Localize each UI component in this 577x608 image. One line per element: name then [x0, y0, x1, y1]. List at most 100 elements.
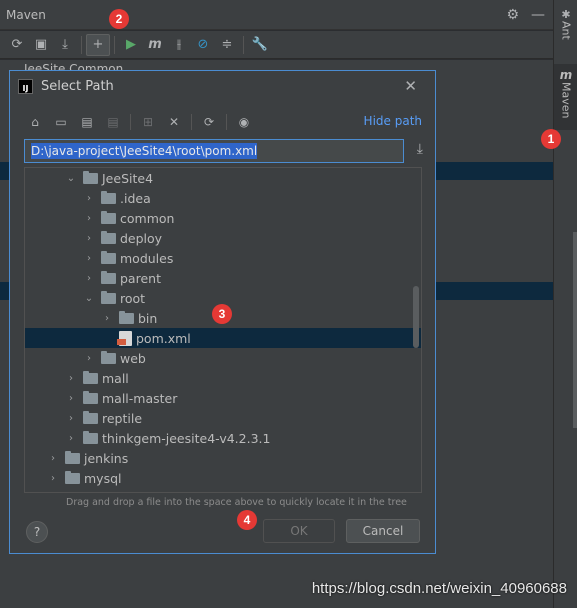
tree-item-label: mall	[102, 370, 129, 386]
wrench-icon[interactable]: 🔧	[248, 34, 272, 56]
toolbar-separator	[130, 114, 131, 130]
toggle-offline-icon[interactable]: ⫲	[167, 34, 191, 56]
add-icon[interactable]: +	[86, 33, 110, 56]
folder-icon	[101, 190, 116, 204]
folder-icon	[101, 230, 116, 244]
tree-item-label: JeeSite4	[102, 170, 154, 186]
chevron-right-icon[interactable]: ›	[83, 353, 95, 364]
download-sources-icon[interactable]: ⤓	[53, 34, 77, 56]
folder-icon	[119, 310, 134, 324]
add-maven-project-icon[interactable]: ▣	[29, 34, 53, 56]
tree-item-label: jenkins	[84, 450, 129, 466]
chevron-right-icon[interactable]: ›	[47, 453, 59, 464]
dialog-title: Select Path	[41, 78, 114, 94]
maven-m-icon: m	[559, 68, 573, 82]
maven-xml-file-icon	[117, 330, 132, 346]
tree-item[interactable]: › jenkins	[25, 448, 421, 468]
tree-item[interactable]: › mall	[25, 368, 421, 388]
tree-item[interactable]: ⌄ JeeSite4	[25, 168, 421, 188]
maven-tool-window-header: Maven ⚙ —	[0, 0, 553, 30]
folder-icon	[65, 470, 80, 484]
tree-item-label: .idea	[120, 190, 151, 206]
tree-item-label: modules	[120, 250, 174, 266]
ok-button[interactable]: OK	[263, 519, 335, 543]
folder-icon	[83, 410, 98, 424]
chevron-right-icon[interactable]: ›	[65, 373, 77, 384]
path-input-value: D:\java-project\JeeSite4\root\pom.xml	[31, 143, 258, 159]
tree-item-label: thinkgem-jeesite4-v4.2.3.1	[102, 430, 271, 446]
tree-item-label: mysql	[84, 470, 122, 486]
tree-item[interactable]: › reptile	[25, 408, 421, 428]
ant-tab-label: Ant	[559, 21, 573, 40]
desktop-icon[interactable]: ▭	[50, 112, 72, 132]
tree-item-selected[interactable]: pom.xml	[25, 328, 421, 348]
chevron-right-icon[interactable]: ›	[83, 233, 95, 244]
callout-badge: 3	[212, 304, 232, 324]
path-input[interactable]: D:\java-project\JeeSite4\root\pom.xml	[24, 139, 404, 163]
help-button[interactable]: ?	[26, 521, 48, 543]
chevron-right-icon[interactable]: ›	[65, 393, 77, 404]
folder-icon	[101, 270, 116, 284]
callout-badge: 4	[237, 510, 257, 530]
chevron-right-icon[interactable]: ›	[83, 253, 95, 264]
chevron-right-icon[interactable]: ›	[65, 413, 77, 424]
chevron-right-icon[interactable]: ›	[83, 193, 95, 204]
scrollbar[interactable]	[573, 232, 577, 428]
tree-scrollbar[interactable]	[413, 286, 419, 348]
toolbar-separator	[191, 114, 192, 130]
ant-tab[interactable]: ✱ Ant	[554, 8, 577, 40]
tree-item-label: mall-master	[102, 390, 178, 406]
tree-item[interactable]: › modules	[25, 248, 421, 268]
tree-item[interactable]: › parent	[25, 268, 421, 288]
project-folder-icon[interactable]: ▤	[76, 112, 98, 132]
execute-goal-icon[interactable]: m	[143, 34, 167, 56]
home-icon[interactable]: ⌂	[24, 112, 46, 132]
maven-toolbar: ⟳ ▣ ⤓ + ▶ m ⫲ ⊘ ≑ 🔧	[0, 31, 553, 59]
toolbar-separator	[226, 114, 227, 130]
close-icon[interactable]: ✕	[404, 77, 417, 95]
tree-item[interactable]: › .idea	[25, 188, 421, 208]
drag-drop-hint: Drag and drop a file into the space abov…	[66, 497, 407, 508]
download-icon[interactable]: ⤓	[417, 141, 423, 157]
show-hidden-icon[interactable]: ◉	[233, 112, 255, 132]
run-icon[interactable]: ▶	[119, 34, 143, 56]
hide-path-link[interactable]: Hide path	[364, 114, 422, 128]
tree-item[interactable]: › common	[25, 208, 421, 228]
chevron-down-icon[interactable]: ⌄	[65, 173, 77, 184]
callout-badge: 1	[541, 129, 561, 149]
folder-icon	[83, 170, 98, 184]
chevron-down-icon[interactable]: ⌄	[83, 293, 95, 304]
tree-item-label: reptile	[102, 410, 143, 426]
tree-item[interactable]: › thinkgem-jeesite4-v4.2.3.1	[25, 428, 421, 448]
new-folder-icon[interactable]: ⊞	[137, 112, 159, 132]
chevron-right-icon[interactable]: ›	[47, 473, 59, 484]
maven-title: Maven	[6, 7, 46, 22]
tree-item[interactable]: › mysql	[25, 468, 421, 488]
refresh-icon[interactable]: ⟳	[198, 112, 220, 132]
chevron-right-icon[interactable]: ›	[65, 433, 77, 444]
minimize-icon[interactable]: —	[531, 7, 545, 23]
cancel-button[interactable]: Cancel	[346, 519, 420, 543]
collapse-all-icon[interactable]: ≑	[215, 34, 239, 56]
folder-icon	[101, 290, 116, 304]
skip-tests-icon[interactable]: ⊘	[191, 34, 215, 56]
delete-icon[interactable]: ✕	[163, 112, 185, 132]
gear-icon[interactable]: ⚙	[506, 7, 519, 23]
tree-item-label: bin	[138, 310, 158, 326]
tree-item[interactable]: › web	[25, 348, 421, 368]
callout-badge: 2	[109, 9, 129, 29]
tree-item[interactable]: › mall-master	[25, 388, 421, 408]
folder-icon	[83, 370, 98, 384]
reload-icon[interactable]: ⟳	[5, 34, 29, 56]
module-folder-icon[interactable]: ▤	[102, 112, 124, 132]
chevron-right-icon[interactable]: ›	[101, 313, 113, 324]
tree-item-label: root	[120, 290, 146, 306]
chevron-right-icon[interactable]: ›	[83, 213, 95, 224]
dialog-titlebar: IJ Select Path ✕	[10, 71, 435, 101]
ant-icon: ✱	[561, 8, 571, 21]
folder-icon	[101, 250, 116, 264]
maven-tab[interactable]: m Maven	[554, 64, 577, 130]
chevron-right-icon[interactable]: ›	[83, 273, 95, 284]
tree-item[interactable]: › deploy	[25, 228, 421, 248]
tree-item-label: pom.xml	[136, 330, 191, 346]
